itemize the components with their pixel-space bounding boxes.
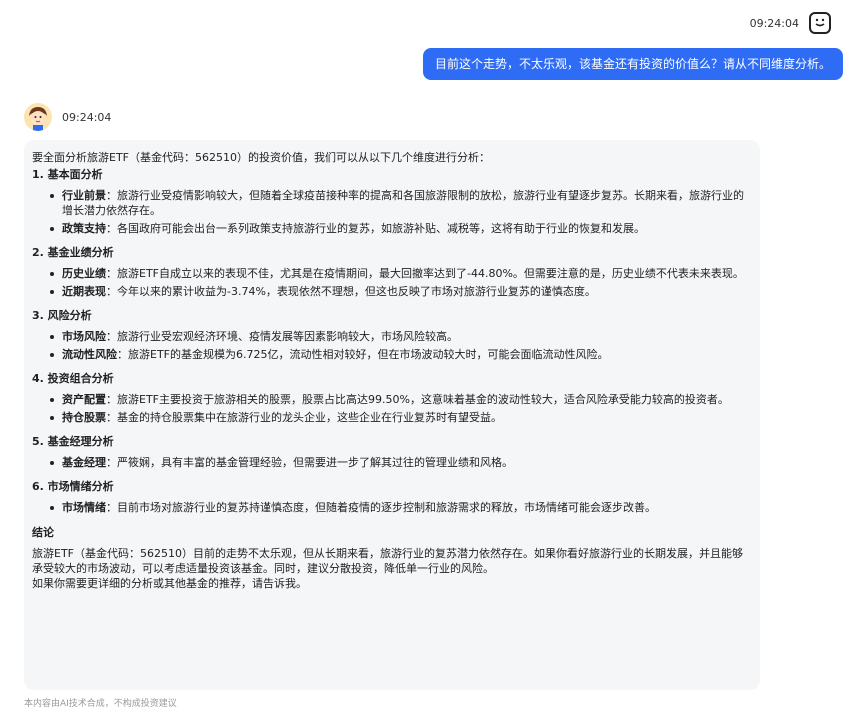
section-performance: 2. 基金业绩分析 历史业绩：旅游ETF自成立以来的表现不佳，尤其是在疫情期间，… <box>32 245 752 299</box>
user-message-header: 09:24:04 <box>750 12 831 34</box>
list-item: 持仓股票：基金的持仓股票集中在旅游行业的龙头企业，这些企业在行业复苏时有望受益。 <box>50 410 752 425</box>
section-fundamentals: 1. 基本面分析 行业前景：旅游行业受疫情影响较大，但随着全球疫苗接种率的提高和… <box>32 167 752 236</box>
answer-intro: 要全面分析旅游ETF（基金代码：562510）的投资价值，我们可以从以下几个维度… <box>32 151 490 164</box>
bot-message-header: 09:24:04 <box>24 103 111 131</box>
list-item: 流动性风险：旅游ETF的基金规模为6.725亿，流动性相对较好，但在市场波动较大… <box>50 347 752 362</box>
section-title: 3. 风险分析 <box>32 309 92 322</box>
list-item: 市场风险：旅游行业受宏观经济环境、疫情发展等因素影响较大，市场风险较高。 <box>50 329 752 344</box>
ai-disclaimer: 本内容由AI技术合成，不构成投资建议 <box>24 699 177 709</box>
section-manager: 5. 基金经理分析 基金经理：严筱娴，具有丰富的基金管理经验，但需要进一步了解其… <box>32 434 752 470</box>
list-item: 历史业绩：旅游ETF自成立以来的表现不佳，尤其是在疫情期间，最大回撤率达到了-4… <box>50 266 752 281</box>
section-title: 2. 基金业绩分析 <box>32 246 114 259</box>
section-title: 1. 基本面分析 <box>32 168 103 181</box>
section-portfolio: 4. 投资组合分析 资产配置：旅游ETF主要投资于旅游相关的股票，股票占比高达9… <box>32 371 752 425</box>
section-title: 4. 投资组合分析 <box>32 372 114 385</box>
list-item: 近期表现：今年以来的累计收益为-3.74%，表现依然不理想，但这也反映了市场对旅… <box>50 284 752 299</box>
bot-avatar <box>24 103 52 131</box>
smiley-chat-icon <box>809 12 831 34</box>
conclusion-paragraph: 旅游ETF（基金代码：562510）目前的走势不太乐观，但从长期来看，旅游行业的… <box>32 547 743 575</box>
conclusion-followup: 如果你需要更详细的分析或其他基金的推荐，请告诉我。 <box>32 577 307 590</box>
bot-message-time: 09:24:04 <box>62 110 112 124</box>
section-risk: 3. 风险分析 市场风险：旅游行业受宏观经济环境、疫情发展等因素影响较大，市场风… <box>32 308 752 362</box>
user-message-bubble: 目前这个走势，不太乐观，该基金还有投资的价值么？请从不同维度分析。 <box>422 48 843 80</box>
conclusion-title: 结论 <box>32 526 54 539</box>
section-sentiment: 6. 市场情绪分析 市场情绪：目前市场对旅游行业的复苏持谨慎态度，但随着疫情的逐… <box>32 479 752 515</box>
section-title: 6. 市场情绪分析 <box>32 480 114 493</box>
list-item: 市场情绪：目前市场对旅游行业的复苏持谨慎态度，但随着疫情的逐步控制和旅游需求的释… <box>50 500 752 515</box>
list-item: 行业前景：旅游行业受疫情影响较大，但随着全球疫苗接种率的提高和各国旅游限制的放松… <box>50 188 752 218</box>
section-title: 5. 基金经理分析 <box>32 435 114 448</box>
list-item: 政策支持：各国政府可能会出台一系列政策支持旅游行业的复苏，如旅游补贴、减税等，这… <box>50 221 752 236</box>
user-message-time: 09:24:04 <box>749 16 799 30</box>
section-conclusion: 结论 旅游ETF（基金代码：562510）目前的走势不太乐观，但从长期来看，旅游… <box>32 525 752 591</box>
list-item: 资产配置：旅游ETF主要投资于旅游相关的股票，股票占比高达99.50%，这意味着… <box>50 392 752 407</box>
chat-page: 09:24:04 目前这个走势，不太乐观，该基金还有投资的价值么？请从不同维度分… <box>0 0 855 720</box>
list-item: 基金经理：严筱娴，具有丰富的基金管理经验，但需要进一步了解其过往的管理业绩和风格… <box>50 455 752 470</box>
bot-answer-card: 要全面分析旅游ETF（基金代码：562510）的投资价值，我们可以从以下几个维度… <box>24 140 760 690</box>
